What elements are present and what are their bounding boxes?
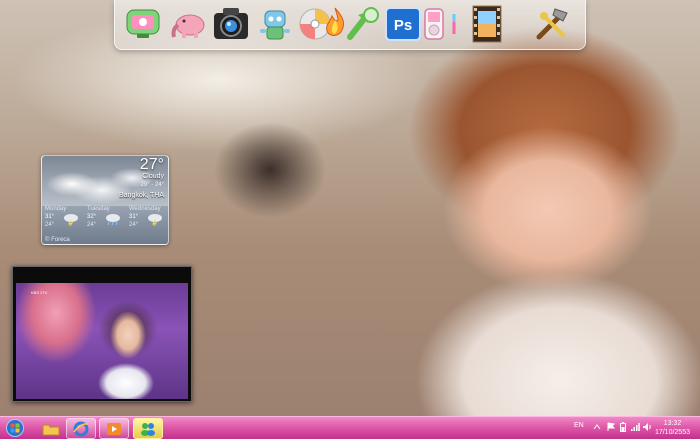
forecast-high: 32° (87, 214, 97, 220)
forecast-day: Wednesday 31° 24° (126, 206, 168, 232)
robot-icon[interactable] (255, 4, 295, 44)
temperature-range: 29° - 24° (140, 182, 164, 188)
forecast-low: 24° (45, 222, 55, 228)
rain-cloud-icon (106, 214, 120, 226)
thunder-cloud-icon (148, 214, 162, 226)
photoshop-icon[interactable]: Ps (383, 4, 423, 44)
forecast-day: Monday 31° 24° (42, 206, 84, 232)
weather-condition: Cloudy (142, 173, 164, 180)
current-temperature: 27° (139, 156, 164, 173)
monitor-icon[interactable] (123, 4, 163, 44)
weather-credit[interactable]: © Foreca (45, 237, 70, 243)
camera-icon[interactable] (211, 4, 251, 44)
channel-logo: KBS 2TV (31, 290, 48, 295)
sync-arrow-icon[interactable] (343, 4, 383, 44)
video-player-gadget[interactable]: KBS 2TV (12, 266, 192, 402)
rainbow-bar-icon[interactable] (447, 4, 461, 44)
thunder-cloud-icon (64, 214, 78, 226)
taskbar-gadget-button[interactable] (133, 418, 163, 439)
elephant-icon[interactable] (169, 4, 209, 44)
forecast-low: 24° (87, 222, 97, 228)
internet-explorer-icon (73, 421, 89, 436)
forecast-high: 31° (129, 214, 139, 220)
action-center-flag-icon[interactable] (606, 421, 616, 433)
dock-bar: Ps (114, 0, 586, 50)
taskbar-ie-button[interactable] (66, 418, 96, 439)
forecast-day: Tuesday 32° 24° (84, 206, 126, 232)
folder-icon (42, 424, 60, 435)
forecast-low: 24° (129, 222, 139, 228)
messenger-icon (141, 422, 155, 436)
language-indicator[interactable]: EN (574, 422, 584, 429)
clock-date: 17/10/2553 (654, 429, 690, 436)
clock-time: 13:32 (663, 420, 682, 427)
ipod-icon[interactable] (421, 4, 447, 44)
network-signal-icon[interactable] (630, 421, 640, 433)
media-player-icon (107, 422, 121, 435)
tools-icon[interactable] (533, 4, 573, 44)
film-icon[interactable] (467, 4, 507, 44)
battery-icon[interactable] (618, 421, 628, 433)
weather-location: Bangkok, THA (118, 192, 164, 199)
svg-text:Ps: Ps (394, 17, 412, 34)
show-hidden-icons-icon[interactable] (592, 421, 602, 433)
taskbar-media-player-button[interactable] (99, 418, 129, 439)
windows-logo-icon (6, 419, 24, 437)
taskbar: EN 13:32 17/10/2553 (0, 416, 700, 439)
system-clock[interactable]: 13:32 17/10/2553 (655, 419, 690, 437)
volume-icon[interactable] (642, 421, 652, 433)
weather-gadget[interactable]: 27° Cloudy 29° - 24° Bangkok, THA Monday… (41, 155, 169, 245)
start-button[interactable] (4, 417, 26, 439)
taskbar-explorer-button[interactable] (36, 418, 66, 439)
forecast-high: 31° (45, 214, 55, 220)
video-frame[interactable] (16, 283, 188, 399)
desktop-wallpaper: Ps 27° Cloudy 29° - 24° Bangkok, THA Mon… (0, 0, 700, 416)
